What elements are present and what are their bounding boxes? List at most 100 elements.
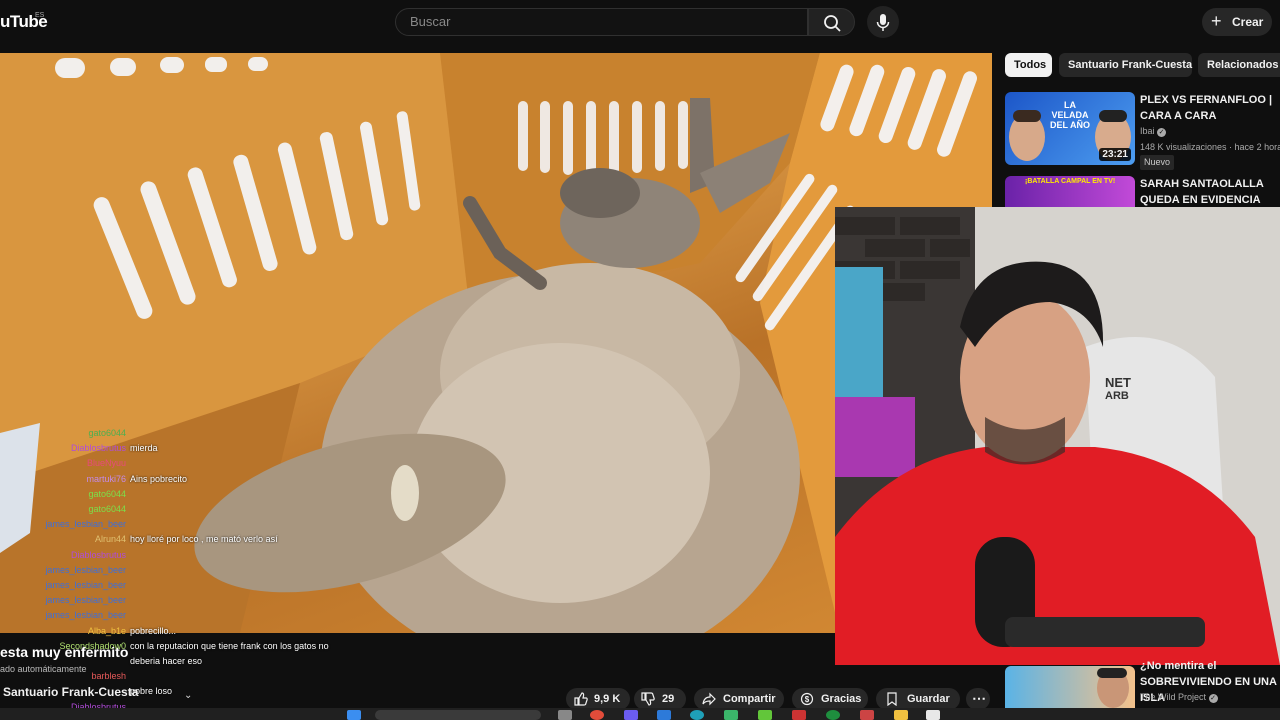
thumbnail-art	[1097, 668, 1129, 708]
like-button[interactable]: 9,9 K	[566, 688, 630, 710]
dislike-button[interactable]: 29	[634, 688, 686, 710]
chat-username[interactable]: Diablosbrutus	[0, 443, 130, 453]
chevron-down-icon[interactable]: ⌄	[184, 690, 192, 701]
chat-text: Ains pobrecito	[130, 473, 188, 484]
streamer-webcam-frame: NET ARB	[835, 207, 1280, 665]
app-icon[interactable]	[926, 710, 940, 720]
chrome-icon[interactable]	[590, 710, 604, 720]
thumbnail-text: LA VELADA DEL AÑO	[1049, 100, 1090, 130]
search-input[interactable]	[410, 14, 790, 29]
chat-message: james_lesbian_beer	[0, 610, 130, 624]
chat-username[interactable]: james_lesbian_beer	[0, 610, 130, 620]
app-icon[interactable]	[860, 710, 874, 720]
new-badge: Nuevo	[1140, 155, 1175, 170]
chat-message: james_lesbian_beer	[0, 565, 130, 579]
chat-message: martuki76 Ains pobrecito	[0, 474, 187, 488]
channel-label: Ibai	[1140, 126, 1155, 136]
chat-text: deberia hacer eso	[130, 656, 203, 666]
chat-username[interactable]: gato6044	[0, 504, 130, 514]
auto-translated-label: ado automáticamente	[0, 664, 87, 674]
chip-label: Santuario Frank-Cuesta	[1068, 59, 1193, 71]
app-icon[interactable]	[826, 710, 840, 720]
app-icon[interactable]	[792, 710, 806, 720]
chat-username[interactable]: gato6044	[0, 489, 130, 499]
search-button[interactable]	[808, 8, 855, 36]
more-actions-button[interactable]: ⋯	[966, 688, 990, 710]
chat-text: hoy lloré por loco , me mató verlo así	[130, 534, 278, 545]
chat-username[interactable]: james_lesbian_beer	[0, 580, 130, 590]
file-explorer-icon[interactable]	[894, 710, 908, 720]
app-icon[interactable]	[724, 710, 738, 720]
chip-todos[interactable]: Todos	[1005, 53, 1052, 77]
channel-label: The Wild Project	[1140, 692, 1207, 702]
thumbnail-text: ¡BATALLA CAMPAL EN TV!	[1025, 178, 1116, 185]
chip-channel[interactable]: Santuario Frank-Cuesta	[1059, 53, 1192, 77]
chat-username[interactable]: gato6044	[0, 428, 130, 438]
chat-overlay: gato6044 Diablosbrutus mierda BlueNyuu martu…	[0, 428, 360, 718]
save-label: Guardar	[907, 693, 950, 705]
chat-message: Alrun44 hoy lloré por loco , me mató verl…	[0, 534, 278, 548]
voice-search-button[interactable]	[867, 6, 899, 38]
windows-start-icon[interactable]	[347, 710, 361, 720]
plus-icon: +	[1211, 11, 1222, 31]
top-bar: uTube ES + Crear	[0, 0, 1280, 44]
save-button[interactable]: Guardar	[876, 688, 960, 710]
chair-logo: ARB	[1105, 390, 1129, 402]
chip-label: Todos	[1014, 59, 1047, 71]
chat-username[interactable]: Alba_b1e	[0, 626, 130, 636]
more-icon: ⋯	[972, 690, 986, 706]
chat-message: Diablosbrutus	[0, 550, 130, 564]
chat-message: gato6044	[0, 489, 130, 503]
rec-channel[interactable]: The Wild Project ✓	[1140, 692, 1218, 703]
chat-message: james_lesbian_beer	[0, 595, 130, 609]
chat-message: james_lesbian_beer	[0, 580, 130, 594]
app-icon[interactable]	[758, 710, 772, 720]
youtube-watch-page: uTube ES + Crear	[0, 0, 1280, 720]
chip-label: Relacionados	[1207, 59, 1279, 71]
chat-text: mierda	[130, 443, 158, 454]
share-button[interactable]: Compartir	[694, 688, 784, 710]
chat-username[interactable]: james_lesbian_beer	[0, 565, 130, 575]
edge-icon[interactable]	[690, 710, 704, 720]
os-taskbar	[0, 708, 1280, 720]
app-icon[interactable]	[657, 710, 671, 720]
rec-thumbnail[interactable]	[1005, 666, 1135, 708]
webcam-overlay: NET ARB	[835, 207, 1280, 665]
chair-logo: NET	[1105, 375, 1131, 390]
rec-thumbnail[interactable]: LA VELADA DEL AÑO 23:21	[1005, 92, 1135, 165]
chat-message: gato6044	[0, 428, 130, 442]
rec-title[interactable]: PLEX VS FERNANFLOO | CARA A CARA	[1140, 92, 1280, 124]
rec-thumbnail[interactable]: ¡BATALLA CAMPAL EN TV!	[1005, 176, 1135, 207]
chat-username[interactable]: james_lesbian_beer	[0, 519, 130, 529]
rec-channel[interactable]: Ibai ✓	[1140, 126, 1167, 137]
thumbs-up-icon	[574, 692, 588, 706]
chat-text: con la reputacion que tiene frank con lo…	[130, 640, 329, 651]
create-button[interactable]: + Crear	[1202, 8, 1272, 36]
thanks-label: Gracias	[821, 693, 862, 705]
video-title: esta muy enfermito	[0, 644, 129, 660]
thumbs-down-icon	[641, 692, 655, 706]
chat-message: james_lesbian_beer	[0, 519, 130, 533]
thanks-button[interactable]: $ Gracias	[792, 688, 868, 710]
create-label: Crear	[1232, 15, 1264, 29]
chat-message: BlueNyuu	[0, 458, 130, 472]
like-count: 9,9 K	[594, 693, 621, 705]
verified-icon: ✓	[1157, 128, 1167, 137]
chip-related[interactable]: Relacionados	[1198, 53, 1280, 77]
taskbar-search-box[interactable]	[375, 710, 541, 720]
chat-username[interactable]: Diablosbrutus	[0, 550, 130, 560]
search-box[interactable]	[395, 8, 808, 36]
chat-username[interactable]: Alrun44	[0, 534, 130, 544]
channel-name[interactable]: Santuario Frank-Cuesta	[3, 685, 138, 699]
comment-count: 29	[662, 693, 675, 705]
chat-message: Diablosbrutus mierda	[0, 443, 158, 457]
chat-username[interactable]: martuki76	[0, 474, 130, 484]
task-view-icon[interactable]	[558, 710, 572, 720]
app-icon[interactable]	[624, 710, 638, 720]
microphone-icon	[876, 14, 890, 31]
chat-username[interactable]: BlueNyuu	[0, 458, 130, 468]
chat-username[interactable]: james_lesbian_beer	[0, 595, 130, 605]
video-duration: 23:21	[1099, 148, 1131, 161]
chat-message: Alba_b1e pobrecillo...	[0, 626, 176, 640]
rec-views: 148 K visualizaciones · hace 2 horas	[1140, 142, 1280, 152]
